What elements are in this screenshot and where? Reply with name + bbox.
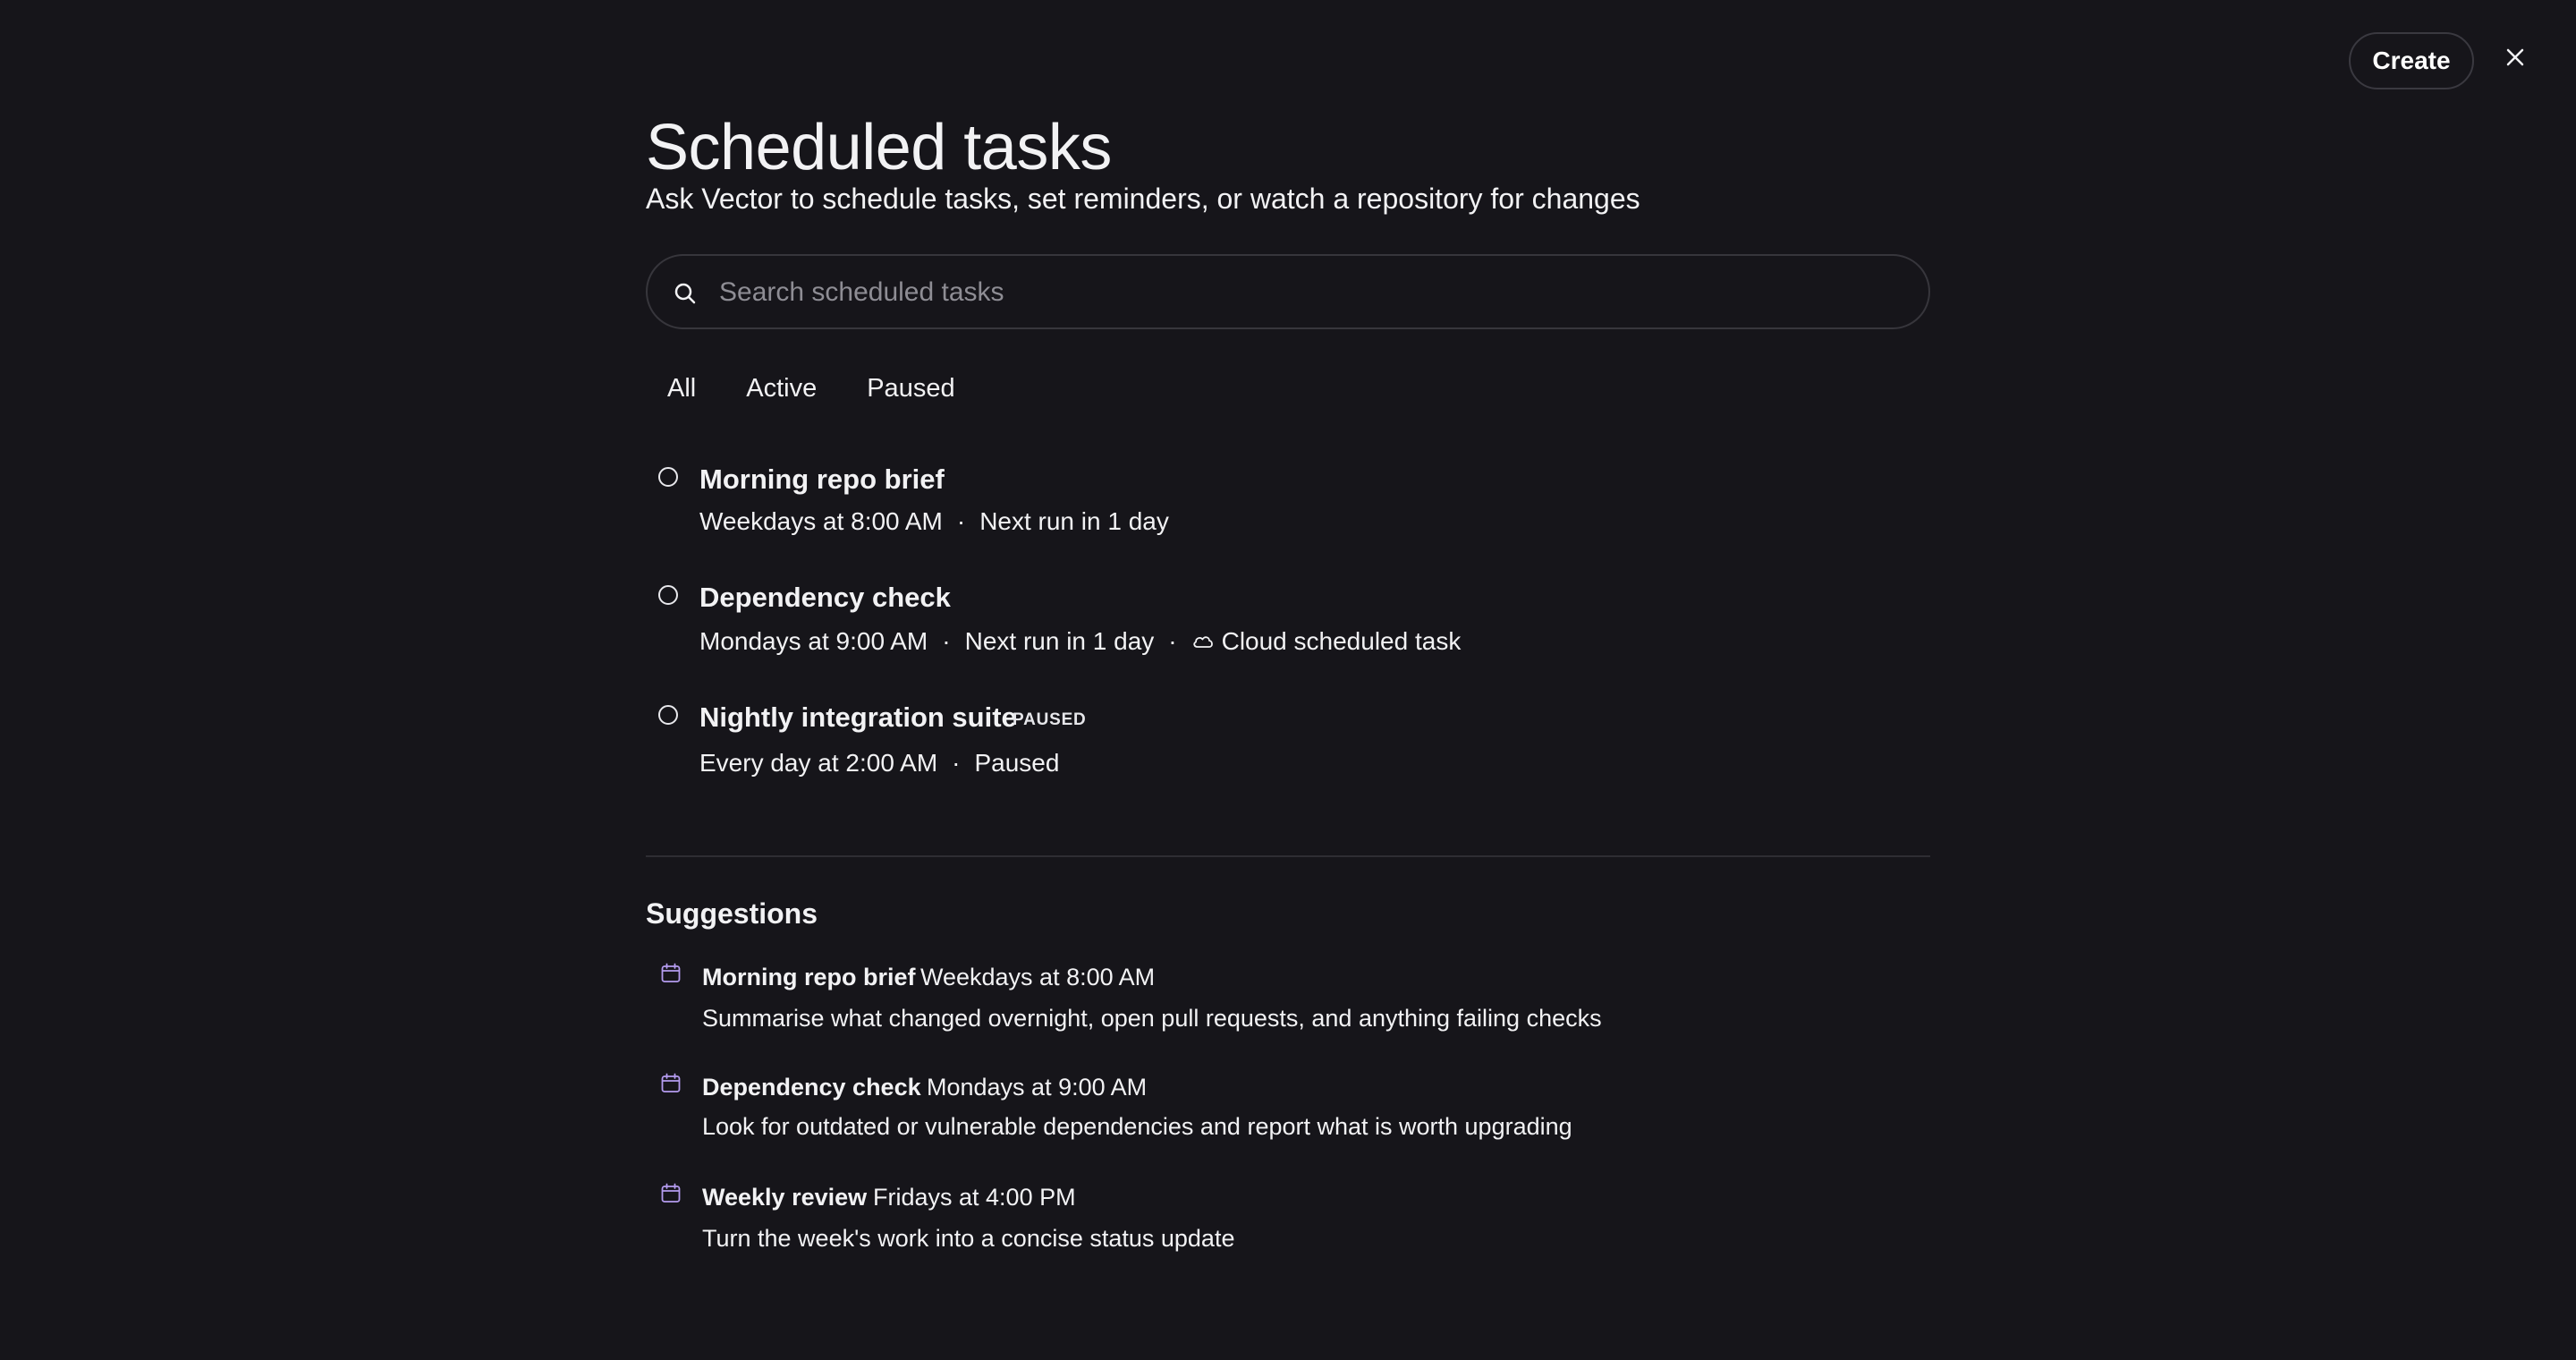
cloud-icon (1192, 636, 1213, 648)
meta-separator: · (956, 507, 966, 535)
calendar-icon (661, 1073, 681, 1092)
close-button[interactable] (2497, 39, 2533, 75)
task-title: Morning repo brief (699, 463, 945, 495)
search-bar[interactable] (646, 254, 1930, 329)
calendar-icon (661, 1183, 681, 1203)
meta-separator: · (942, 627, 951, 655)
task-schedule: Weekdays at 8:00 AM (699, 507, 943, 535)
create-button[interactable]: Create (2349, 32, 2474, 89)
suggestion-schedule: Mondays at 9:00 AM (927, 1074, 1148, 1101)
task-title: Dependency check (699, 582, 951, 613)
suggestion-title: Dependency check (702, 1074, 921, 1101)
suggestion-description: Turn the week's work into a concise stat… (702, 1225, 1235, 1252)
paused-badge: PAUSED (1013, 710, 1087, 729)
suggestion-item[interactable]: Dependency check Mondays at 9:00 AM Look… (646, 1071, 1930, 1143)
task-toggle-radio[interactable] (658, 467, 678, 487)
task-next-run: Next run in 1 day (979, 507, 1169, 535)
suggestion-description: Look for outdated or vulnerable dependen… (702, 1113, 1572, 1140)
suggestion-title: Morning repo brief (702, 964, 916, 990)
suggestion-title: Weekly review (702, 1184, 868, 1211)
task-status: Paused (974, 749, 1060, 777)
tab-all[interactable]: All (667, 370, 696, 406)
task-next-run: Next run in 1 day (964, 627, 1155, 655)
task-toggle-radio[interactable] (658, 705, 678, 725)
tab-active[interactable]: Active (746, 370, 817, 406)
scheduled-tasks-page: Create Scheduled tasks Ask Vector to sch… (0, 0, 2576, 1360)
task-toggle-radio[interactable] (658, 585, 678, 605)
suggestion-schedule: Weekdays at 8:00 AM (920, 964, 1156, 990)
filter-tabs: All Active Paused (667, 370, 955, 406)
search-icon (674, 283, 696, 304)
suggestion-schedule: Fridays at 4:00 PM (873, 1184, 1076, 1211)
page-subtitle: Ask Vector to schedule tasks, set remind… (646, 183, 1640, 215)
section-divider (646, 855, 1930, 857)
page-title: Scheduled tasks (646, 112, 1112, 183)
cloud-scheduled-label: Cloud scheduled task (1221, 627, 1462, 655)
calendar-icon (661, 963, 681, 982)
suggestion-description: Summarise what changed overnight, open p… (702, 1005, 1602, 1032)
task-meta: Weekdays at 8:00 AM · Next run in 1 day (699, 505, 1169, 539)
task-meta: Every day at 2:00 AM · Paused (699, 746, 1059, 780)
search-input[interactable] (717, 272, 1902, 313)
meta-separator: · (1168, 627, 1177, 655)
suggestion-item[interactable]: Morning repo brief Weekdays at 8:00 AM S… (646, 961, 1930, 1033)
meta-separator: · (952, 749, 961, 777)
tab-paused[interactable]: Paused (867, 370, 954, 406)
suggestion-item[interactable]: Weekly review Fridays at 4:00 PM Turn th… (646, 1181, 1930, 1253)
close-icon (2506, 48, 2524, 66)
suggestions-heading: Suggestions (646, 897, 818, 930)
task-schedule: Every day at 2:00 AM (699, 749, 938, 777)
task-schedule: Mondays at 9:00 AM (699, 627, 928, 655)
task-title: Nightly integration suite (699, 701, 1017, 733)
task-meta: Mondays at 9:00 AM · Next run in 1 day ·… (699, 625, 1461, 659)
